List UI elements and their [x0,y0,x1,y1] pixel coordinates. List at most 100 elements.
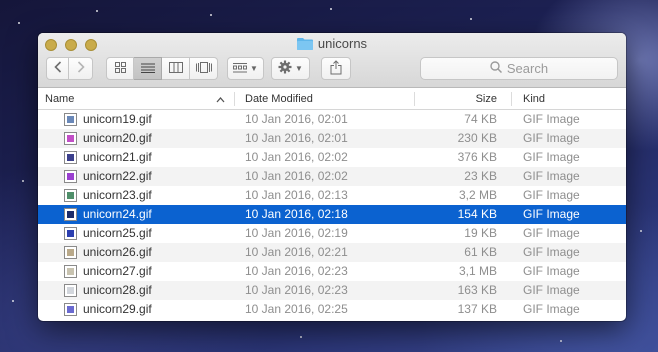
cover-flow-icon [195,61,212,76]
file-name: unicorn24.gif [83,207,152,221]
file-size: 61 KB [464,245,497,259]
icon-view-button[interactable] [106,57,134,80]
file-kind: GIF Image [523,150,580,164]
gif-thumbnail-icon [64,113,77,126]
file-row[interactable]: unicorn27.gif 10 Jan 2016, 02:23 3,1 MB GIF… [38,262,626,281]
file-size: 3,2 MB [458,188,497,202]
column-divider [511,92,512,106]
search-icon [490,61,507,76]
gif-thumbnail-icon [64,265,77,278]
file-date-modified: 10 Jan 2016, 02:01 [245,131,348,145]
list-view-button[interactable] [134,57,162,80]
column-header-size[interactable]: Size [476,88,497,110]
file-kind: GIF Image [523,264,580,278]
file-row[interactable]: unicorn28.gif 10 Jan 2016, 02:23 163 KB GIF… [38,281,626,300]
file-row[interactable]: unicorn21.gif 10 Jan 2016, 02:02 376 KB GIF… [38,148,626,167]
thumbnail-fill [67,154,74,161]
file-row[interactable]: unicorn25.gif 10 Jan 2016, 02:19 19 KB GIF … [38,224,626,243]
file-date-modified: 10 Jan 2016, 02:25 [245,302,348,316]
chevron-right-icon [77,61,85,76]
file-row[interactable]: unicorn22.gif 10 Jan 2016, 02:02 23 KB GIF … [38,167,626,186]
file-date-modified: 10 Jan 2016, 02:18 [245,207,348,221]
column-header-kind[interactable]: Kind [523,88,545,110]
gif-thumbnail-icon [64,303,77,316]
file-kind: GIF Image [523,169,580,183]
column-divider [234,92,235,106]
file-name: unicorn28.gif [83,283,152,297]
gif-thumbnail-icon [64,151,77,164]
gif-thumbnail-icon [64,132,77,145]
file-row[interactable]: unicorn26.gif 10 Jan 2016, 02:21 61 KB GIF … [38,243,626,262]
thumbnail-fill [67,116,74,123]
file-name: unicorn22.gif [83,169,152,183]
file-name: unicorn25.gif [83,226,152,240]
file-kind: GIF Image [523,131,580,145]
file-row[interactable]: unicorn19.gif 10 Jan 2016, 02:01 74 KB GIF … [38,110,626,129]
file-row[interactable]: unicorn20.gif 10 Jan 2016, 02:01 230 KB GIF… [38,129,626,148]
cover-flow-view-button[interactable] [190,57,218,80]
file-name: unicorn27.gif [83,264,152,278]
column-header-name[interactable]: Name [45,88,74,110]
file-date-modified: 10 Jan 2016, 02:23 [245,264,348,278]
thumbnail-fill [67,249,74,256]
file-name: unicorn23.gif [83,188,152,202]
column-header: Name Date Modified Size Kind [38,88,626,110]
folder-icon [296,37,313,53]
thumbnail-fill [67,173,74,180]
file-name: unicorn29.gif [83,302,152,316]
file-kind: GIF Image [523,188,580,202]
column-header-date[interactable]: Date Modified [245,88,313,110]
file-row[interactable]: unicorn23.gif 10 Jan 2016, 02:13 3,2 MB GIF… [38,186,626,205]
file-size: 376 KB [457,150,497,164]
window-title: unicorns [38,36,626,53]
action-button[interactable]: ▼ [271,57,310,80]
thumbnail-fill [67,287,74,294]
file-kind: GIF Image [523,245,580,259]
file-name: unicorn26.gif [83,245,152,259]
list-icon [140,62,155,76]
file-size: 3,1 MB [458,264,497,278]
column-divider [414,92,415,106]
column-view-button[interactable] [162,57,190,80]
columns-icon [168,61,183,76]
file-row[interactable]: unicorn24.gif 10 Jan 2016, 02:18 154 KB GIF… [38,205,626,224]
gear-icon [278,60,292,77]
file-size: 19 KB [464,226,497,240]
file-size: 154 KB [457,207,497,221]
file-name: unicorn20.gif [83,131,152,145]
search-placeholder: Search [506,61,549,76]
share-button[interactable] [321,57,351,80]
chevron-down-icon: ▼ [295,64,303,73]
gif-thumbnail-icon [64,227,77,240]
file-date-modified: 10 Jan 2016, 02:21 [245,245,348,259]
file-kind: GIF Image [523,207,580,221]
arrange-button[interactable]: ▼ [227,57,264,80]
chevron-left-icon [53,61,62,76]
thumbnail-fill [67,230,74,237]
window-title-text: unicorns [317,36,368,51]
file-name: unicorn21.gif [83,150,152,164]
thumbnail-fill [67,192,74,199]
arrange-icon [233,62,248,76]
file-row[interactable]: unicorn29.gif 10 Jan 2016, 02:25 137 KB GIF… [38,300,626,319]
gif-thumbnail-icon [64,189,77,202]
file-date-modified: 10 Jan 2016, 02:13 [245,188,348,202]
file-date-modified: 10 Jan 2016, 02:01 [245,112,348,126]
back-button[interactable] [46,57,69,80]
file-date-modified: 10 Jan 2016, 02:23 [245,283,348,297]
thumbnail-fill [67,211,74,218]
thumbnail-fill [67,268,74,275]
file-kind: GIF Image [523,226,580,240]
grid-icon [114,61,126,76]
share-icon [330,59,342,78]
chevron-down-icon: ▼ [250,64,258,73]
forward-button[interactable] [69,57,93,80]
search-field[interactable]: Search [420,57,618,80]
file-kind: GIF Image [523,283,580,297]
sort-ascending-icon [216,94,225,106]
gif-thumbnail-icon [64,284,77,297]
thumbnail-fill [67,135,74,142]
gif-thumbnail-icon [64,170,77,183]
thumbnail-fill [67,306,74,313]
file-date-modified: 10 Jan 2016, 02:02 [245,169,348,183]
